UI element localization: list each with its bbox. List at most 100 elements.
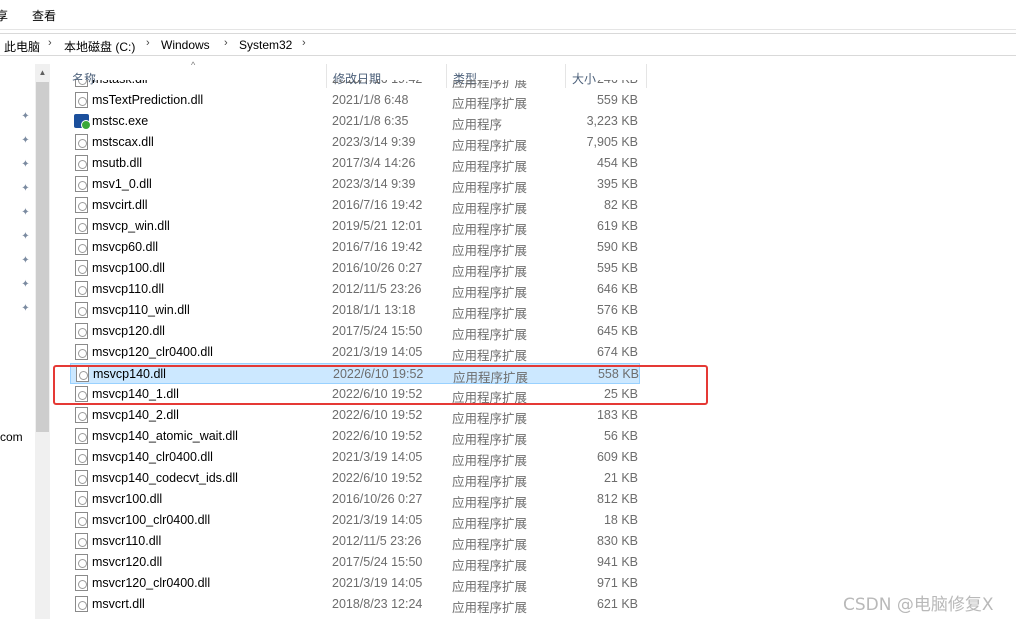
file-row[interactable]: msvcp110_win.dll 2018/1/1 13:18 应用程序扩展 576 …: [70, 300, 640, 321]
pin-icon[interactable]: ✦: [20, 111, 31, 122]
file-row[interactable]: msvcp100.dll 2016/10/26 0:27 应用程序扩展 595 KB: [70, 258, 640, 279]
file-modified-date: 2018/8/23 12:24: [332, 597, 423, 611]
pin-icon[interactable]: ✦: [20, 207, 31, 218]
file-name: msvcr100.dll: [92, 492, 163, 506]
file-row[interactable]: msTextPrediction.dll 2021/1/8 6:48 应用程序扩展 5…: [70, 90, 640, 111]
annotation-highlight-box: [53, 365, 708, 405]
pin-icon[interactable]: ✦: [20, 279, 31, 290]
scroll-up-arrow-icon[interactable]: ▲: [35, 64, 50, 81]
file-size: 812 KB: [596, 492, 638, 506]
pin-icon[interactable]: ✦: [20, 159, 31, 170]
file-row[interactable]: msvcp_win.dll 2019/5/21 12:01 应用程序扩展 619 KB: [70, 216, 640, 237]
file-modified-date: 2021/3/19 14:05: [332, 450, 423, 464]
file-type: 应用程序扩展: [452, 433, 528, 447]
file-list[interactable]: mstask.dll 2016/7/16 19:42 应用程序扩展 246 KB msT…: [50, 80, 650, 619]
breadcrumb-item-local-disk[interactable]: 本地磁盘 (C:): [64, 38, 135, 55]
file-size: 559 KB: [596, 93, 638, 107]
file-modified-date: 2016/7/16 19:42: [332, 240, 423, 254]
dll-file-icon: [75, 134, 88, 150]
file-modified-date: 2021/1/8 6:35: [332, 114, 409, 128]
file-type: 应用程序扩展: [452, 307, 528, 321]
file-row[interactable]: mstscax.dll 2023/3/14 9:39 应用程序扩展 7,905 KB: [70, 132, 640, 153]
chevron-right-icon[interactable]: ›: [302, 37, 306, 49]
file-size: 595 KB: [596, 261, 638, 275]
file-row[interactable]: msutb.dll 2017/3/4 14:26 应用程序扩展 454 KB: [70, 153, 640, 174]
breadcrumb-item-windows[interactable]: Windows: [161, 38, 210, 52]
breadcrumb-item-system32[interactable]: System32: [239, 38, 292, 52]
dll-file-icon: [75, 407, 88, 423]
pin-icon[interactable]: ✦: [20, 255, 31, 266]
file-row[interactable]: msvcp140_clr0400.dll 2021/3/19 14:05 应用程序扩…: [70, 447, 640, 468]
file-size: 183 KB: [596, 408, 638, 422]
dll-file-icon: [75, 470, 88, 486]
file-row[interactable]: mstask.dll2016/7/16 19:42应用程序扩展246 KB: [70, 80, 640, 90]
file-row[interactable]: msvcp140_2.dll 2022/6/10 19:52 应用程序扩展 183 K…: [70, 405, 640, 426]
file-row[interactable]: msvcp140_codecvt_ids.dll 2022/6/10 19:52 应…: [70, 468, 640, 489]
file-name: msvcr100_clr0400.dll: [92, 513, 211, 527]
file-type: 应用程序扩展: [452, 286, 528, 300]
dll-file-icon: [75, 176, 88, 192]
dll-file-icon: [75, 512, 88, 528]
file-row[interactable]: msvcr100.dll 2016/10/26 0:27 应用程序扩展 812 KB: [70, 489, 640, 510]
file-name: msvcp110.dll: [92, 282, 165, 296]
file-modified-date: 2016/10/26 0:27: [332, 261, 423, 275]
pin-icon[interactable]: ✦: [20, 231, 31, 242]
file-name: msvcirt.dll: [92, 198, 148, 212]
file-row[interactable]: msvcr100_clr0400.dll 2021/3/19 14:05 应用程序扩…: [70, 510, 640, 531]
ribbon-tab-share[interactable]: 享: [0, 7, 8, 24]
dll-file-icon: [75, 260, 88, 276]
dll-file-icon: [75, 92, 88, 108]
ribbon-tab-view[interactable]: 查看: [32, 7, 56, 24]
pin-icon[interactable]: ✦: [20, 183, 31, 194]
file-type: 应用程序扩展: [452, 202, 528, 216]
file-row[interactable]: msvcp120_clr0400.dll 2021/3/19 14:05 应用程序扩…: [70, 342, 640, 363]
file-row[interactable]: msvcr110.dll 2012/11/5 23:26 应用程序扩展 830 KB: [70, 531, 640, 552]
file-name: msvcp120.dll: [92, 324, 165, 338]
file-row[interactable]: msvcp110.dll 2012/11/5 23:26 应用程序扩展 646 KB: [70, 279, 640, 300]
file-size: 646 KB: [596, 282, 638, 296]
breadcrumb[interactable]: 此电脑 › 本地磁盘 (C:) › Windows › System32 ›: [0, 33, 1016, 56]
file-type: 应用程序扩展: [452, 139, 528, 153]
breadcrumb-item-this-pc[interactable]: 此电脑: [4, 38, 40, 55]
file-size: 830 KB: [596, 534, 638, 548]
file-type: 应用程序扩展: [452, 580, 528, 594]
file-modified-date: 2017/5/24 15:50: [332, 324, 423, 338]
file-type: 应用程序扩展: [452, 496, 528, 510]
scrollbar-thumb[interactable]: [36, 82, 49, 432]
nav-scrollbar[interactable]: ▲: [35, 64, 50, 619]
pin-icon[interactable]: ✦: [20, 303, 31, 314]
file-size: 971 KB: [596, 576, 638, 590]
nav-item-partial[interactable]: com: [0, 430, 23, 444]
dll-file-icon: [75, 197, 88, 213]
file-size: 56 KB: [603, 429, 638, 443]
file-row[interactable]: msvcirt.dll 2016/7/16 19:42 应用程序扩展 82 KB: [70, 195, 640, 216]
file-type: 应用程序扩展: [452, 160, 528, 174]
chevron-right-icon[interactable]: ›: [224, 37, 228, 49]
file-row[interactable]: msvcr120_clr0400.dll 2021/3/19 14:05 应用程序扩…: [70, 573, 640, 594]
file-size: 7,905 KB: [586, 135, 638, 149]
file-type: 应用程序扩展: [452, 97, 528, 111]
file-row[interactable]: msvcp60.dll 2016/7/16 19:42 应用程序扩展 590 KB: [70, 237, 640, 258]
dll-file-icon: [75, 218, 88, 234]
file-size: 454 KB: [596, 156, 638, 170]
file-size: 82 KB: [603, 198, 638, 212]
file-row[interactable]: msvcp120.dll 2017/5/24 15:50 应用程序扩展 645 KB: [70, 321, 640, 342]
chevron-right-icon[interactable]: ›: [48, 37, 52, 49]
file-size: 609 KB: [596, 450, 638, 464]
file-modified-date: 2012/11/5 23:26: [332, 534, 422, 548]
file-modified-date: 2021/3/19 14:05: [332, 576, 423, 590]
file-row[interactable]: msvcr120.dll 2017/5/24 15:50 应用程序扩展 941 KB: [70, 552, 640, 573]
dll-file-icon: [75, 449, 88, 465]
file-row[interactable]: mstsc.exe 2021/1/8 6:35 应用程序 3,223 KB: [70, 111, 640, 132]
file-modified-date: 2018/1/1 13:18: [332, 303, 416, 317]
file-name: msvcrt.dll: [92, 597, 145, 611]
chevron-right-icon[interactable]: ›: [146, 37, 150, 49]
watermark: CSDN @电脑修复X: [843, 595, 994, 615]
file-modified-date: 2017/3/4 14:26: [332, 156, 416, 170]
pin-icon[interactable]: ✦: [20, 135, 31, 146]
file-row[interactable]: msv1_0.dll 2023/3/14 9:39 应用程序扩展 395 KB: [70, 174, 640, 195]
dll-file-icon: [75, 575, 88, 591]
file-row[interactable]: msvcp140_atomic_wait.dll 2022/6/10 19:52 应…: [70, 426, 640, 447]
file-row[interactable]: msvcrt.dll 2018/8/23 12:24 应用程序扩展 621 KB: [70, 594, 640, 615]
dll-file-icon: [75, 554, 88, 570]
